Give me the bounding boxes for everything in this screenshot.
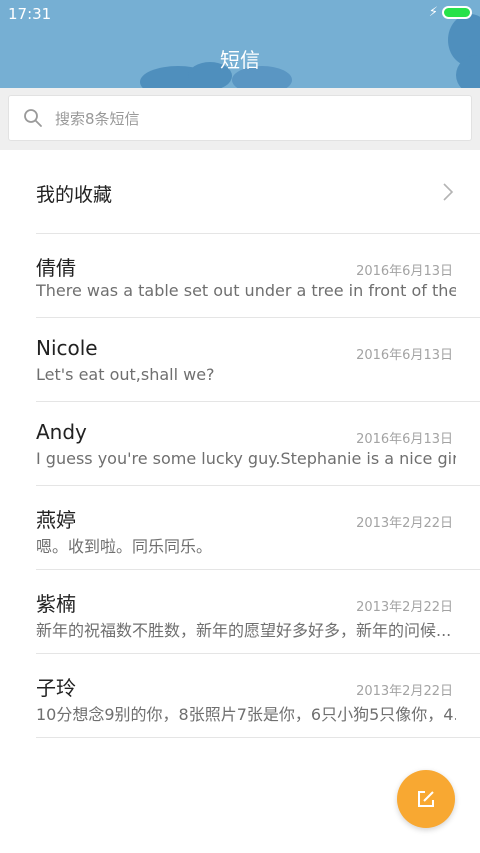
chevron-right-icon: [443, 183, 454, 201]
message-preview: 10分想念9别的你，8张照片7张是你，6只小狗5只像你，4...: [36, 705, 456, 724]
message-date: 2016年6月13日: [356, 348, 453, 363]
message-preview: 新年的祝福数不胜数，新年的愿望好多好多，新年的问候...: [36, 621, 452, 640]
battery-icon: [442, 6, 472, 19]
message-date: 2016年6月13日: [356, 432, 453, 447]
message-item[interactable]: 倩倩 2016年6月13日 There was a table set out …: [0, 234, 480, 318]
favorites-row[interactable]: 我的收藏: [0, 150, 480, 234]
message-item[interactable]: 子玲 2013年2月22日 10分想念9别的你，8张照片7张是你，6只小狗5只像…: [0, 654, 480, 738]
contact-name: 倩倩: [36, 256, 76, 280]
message-list: 倩倩 2016年6月13日 There was a table set out …: [0, 234, 480, 738]
message-date: 2013年2月22日: [356, 684, 453, 699]
message-item[interactable]: 燕婷 2013年2月22日 嗯。收到啦。同乐同乐。: [0, 486, 480, 570]
contact-name: Andy: [36, 420, 87, 444]
page-title: 短信: [220, 48, 260, 72]
contact-name: 子玲: [36, 676, 76, 700]
message-preview: 嗯。收到啦。同乐同乐。: [36, 537, 213, 556]
charging-icon: ⚡: [428, 5, 438, 20]
status-time: 17:31: [8, 5, 52, 23]
contact-name: 紫楠: [36, 592, 76, 616]
message-preview: I guess you're some lucky guy.Stephanie …: [36, 449, 456, 468]
message-item[interactable]: Andy 2016年6月13日 I guess you're some luck…: [0, 402, 480, 486]
contact-name: Nicole: [36, 336, 98, 360]
message-preview: There was a table set out under a tree i…: [36, 281, 456, 300]
message-date: 2013年2月22日: [356, 600, 453, 615]
message-item[interactable]: Nicole 2016年6月13日 Let's eat out,shall we…: [0, 318, 480, 402]
compose-button[interactable]: [397, 770, 455, 828]
compose-icon: [418, 791, 434, 807]
divider: [36, 737, 480, 738]
message-date: 2016年6月13日: [356, 264, 453, 279]
message-date: 2013年2月22日: [356, 516, 453, 531]
favorites-label: 我的收藏: [36, 184, 113, 206]
contact-name: 燕婷: [36, 508, 76, 532]
search-bar-area: 搜索8条短信: [0, 88, 480, 150]
status-indicators: ⚡: [429, 5, 472, 20]
message-preview: Let's eat out,shall we?: [36, 365, 215, 384]
message-item[interactable]: 紫楠 2013年2月22日 新年的祝福数不胜数，新年的愿望好多好多，新年的问候.…: [0, 570, 480, 654]
search-input[interactable]: 搜索8条短信: [8, 95, 472, 141]
search-icon: [24, 109, 42, 127]
app-header: 17:31 ⚡ 短信: [0, 0, 480, 88]
search-placeholder: 搜索8条短信: [55, 109, 140, 128]
